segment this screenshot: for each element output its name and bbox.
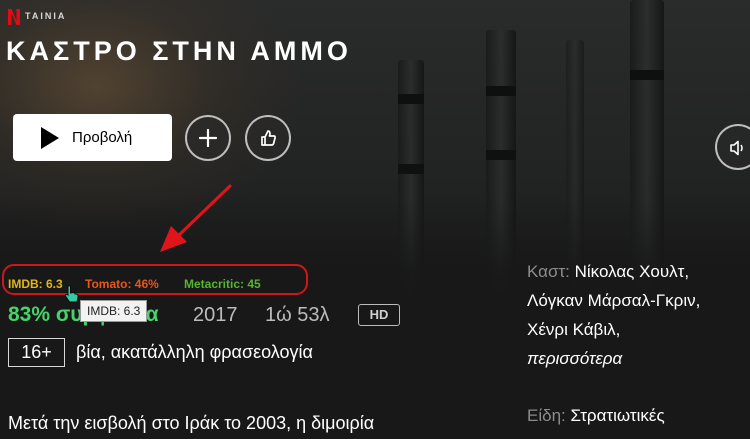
add-to-list-button[interactable] [185,115,231,161]
tomato-rating[interactable]: Tomato: 46% [85,277,159,291]
imdb-tooltip: IMDB: 6.3 [80,300,148,322]
genre-item[interactable]: Στρατιωτικές [571,406,665,425]
cast-member[interactable]: Λόγκαν Μάρσαλ-Γκριν, [527,291,700,310]
imdb-rating[interactable]: IMDB: 6.3 [8,277,63,291]
metacritic-rating[interactable]: Metacritic: 45 [184,277,261,291]
cast-list: Καστ: Νίκολας Χουλτ, Λόγκαν Μάρσαλ-Γκριν… [527,257,700,373]
duration: 1ώ 53λ [265,304,330,326]
play-button[interactable]: Προβολή [13,114,172,161]
netflix-logo-icon [8,9,20,25]
thumbs-up-icon [261,130,276,146]
cast-more-link[interactable]: περισσότερα [527,349,622,368]
content-advisory: βία, ακατάλληλη φρασεολογία [76,342,313,362]
release-year: 2017 [193,304,238,326]
title: ΚΑΣΤΡΟ ΣΤΗΝ ΑΜΜΟ [6,36,352,66]
synopsis: Μετά την εισβολή στο Ιράκ το 2003, η διμ… [8,413,375,433]
type-label: ΤΑΙΝΙΑ [25,11,67,21]
cast-member[interactable]: Χένρι Κάβιλ, [527,320,620,339]
red-arrow-annotation [160,184,232,252]
play-button-label: Προβολή [72,129,133,146]
age-rating-badge: 16+ [8,338,65,367]
rate-button[interactable] [245,115,291,161]
hd-badge: HD [358,304,400,326]
volume-icon [730,140,743,156]
genres-list: Είδη: Στρατιωτικές [527,401,665,430]
genres-label: Είδη: [527,406,566,425]
cast-label: Καστ: [527,262,570,281]
play-icon [41,127,59,149]
cast-member[interactable]: Νίκολας Χουλτ, [575,262,690,281]
plus-icon [198,128,218,148]
cursor-hand-icon [64,285,79,303]
